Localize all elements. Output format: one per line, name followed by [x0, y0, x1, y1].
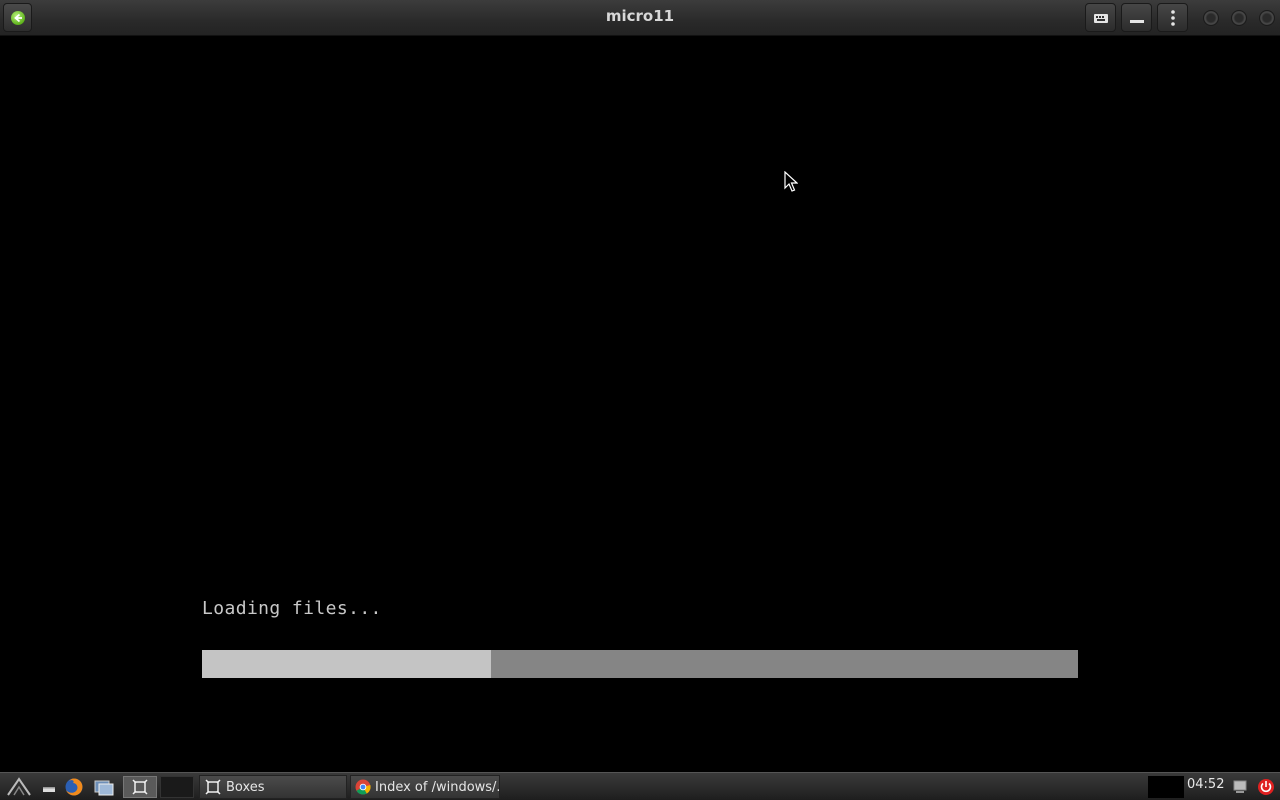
keyboard-button[interactable] [1085, 3, 1116, 32]
show-desktop-button[interactable] [36, 776, 60, 798]
start-menu-button[interactable] [5, 776, 33, 798]
task-label: Boxes [226, 779, 265, 795]
menu-icon [7, 777, 31, 796]
file-manager-icon [94, 780, 114, 796]
taskbar: Boxes Index of /windows/... 04:52 [0, 772, 1280, 800]
title-bar: micro11 [0, 0, 1280, 36]
minimize-button[interactable] [1121, 3, 1152, 32]
clock[interactable]: 04:52 [1187, 777, 1224, 792]
boxes-launcher[interactable] [123, 776, 157, 798]
mouse-pointer-icon [784, 171, 798, 192]
system-monitor-widget [1148, 776, 1184, 798]
task-chrome[interactable]: Index of /windows/... [350, 775, 500, 799]
file-manager-launcher[interactable] [92, 776, 116, 798]
power-button[interactable] [1254, 776, 1278, 798]
boxes-icon [132, 779, 148, 795]
chrome-icon [355, 778, 371, 796]
blank-launcher[interactable] [160, 776, 194, 798]
firefox-icon [65, 778, 83, 796]
network-icon [1233, 780, 1247, 793]
loading-progress-bar [202, 650, 1078, 678]
menu-button[interactable] [1157, 3, 1188, 32]
progress-fill [202, 650, 492, 678]
window-control-dot-1[interactable] [1203, 10, 1219, 26]
vertical-dots-icon [1170, 9, 1175, 26]
loading-status-text: Loading files... [202, 598, 382, 619]
boxes-icon [204, 778, 222, 796]
power-icon [1258, 779, 1274, 795]
task-label: Index of /windows/... [375, 779, 500, 795]
firefox-launcher[interactable] [62, 776, 86, 798]
task-boxes[interactable]: Boxes [199, 775, 347, 799]
network-tray-button[interactable] [1228, 776, 1252, 798]
minimize-icon [1129, 19, 1144, 23]
window-control-dot-3[interactable] [1259, 10, 1275, 26]
show-desktop-icon [43, 787, 55, 792]
keyboard-icon [1093, 13, 1108, 23]
window-control-dot-2[interactable] [1231, 10, 1247, 26]
